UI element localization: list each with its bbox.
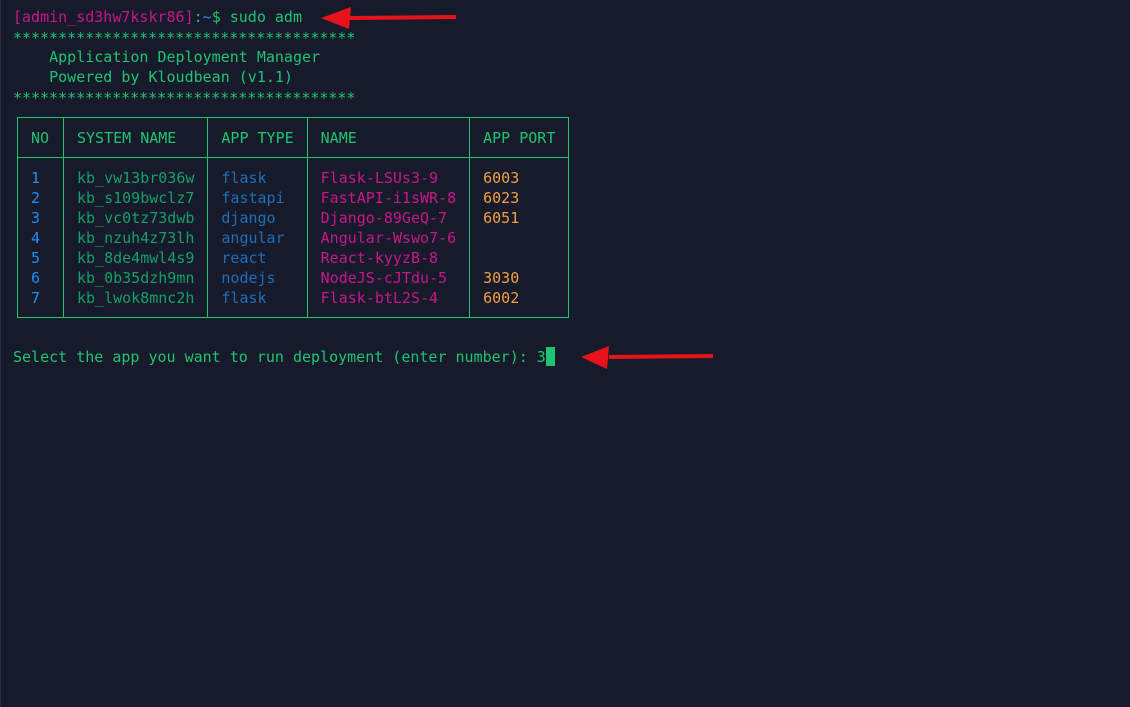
red-arrow-input-icon <box>581 346 714 369</box>
banner-stars-bottom: ************************************** <box>13 89 356 107</box>
banner-title: Application Deployment Manager <box>13 48 321 66</box>
apps-table: NO SYSTEM NAME APP TYPE NAME APP PORT 1k… <box>17 117 570 318</box>
cell-app-port: 6002 <box>469 288 570 308</box>
cell-no: 5 <box>17 248 64 268</box>
table-header-row: NO SYSTEM NAME APP TYPE NAME APP PORT <box>17 117 570 158</box>
cell-app-type: react <box>207 248 308 268</box>
cell-name: NodeJS-cJTdu-5 <box>306 268 471 288</box>
input-prompt-text: Select the app you want to run deploymen… <box>13 348 537 366</box>
cell-no: 2 <box>17 188 64 208</box>
header-app-port: APP PORT <box>469 117 570 158</box>
header-system-name: SYSTEM NAME <box>62 117 209 158</box>
red-arrow-command-icon <box>321 7 457 29</box>
header-app-type: APP TYPE <box>207 117 308 158</box>
table-row: 7 kb_lwok8mnc2h flask Flask-btL2S-4 6002 <box>17 288 570 308</box>
cell-system-name: kb_8de4mwl4s9 <box>62 248 209 268</box>
cell-no: 7 <box>17 288 64 308</box>
cell-app-type: flask <box>207 168 308 188</box>
cell-system-name: kb_vw13br036w <box>62 168 209 188</box>
cell-no: 1 <box>17 168 64 188</box>
cell-app-port <box>469 248 570 268</box>
cell-system-name: kb_lwok8mnc2h <box>62 288 209 308</box>
cell-no: 3 <box>17 208 64 228</box>
cell-app-port: 6051 <box>469 208 570 228</box>
cell-name: Django-89GeQ-7 <box>306 208 471 228</box>
cell-app-type: flask <box>207 288 308 308</box>
prompt-separator: : <box>193 8 203 26</box>
header-name: NAME <box>306 117 471 158</box>
cell-name: FastAPI-i1sWR-8 <box>306 188 471 208</box>
table-row: 1 kb_vw13br036w flask Flask-LSUs3-9 6003 <box>17 168 570 188</box>
cell-app-port <box>469 228 570 248</box>
header-no: NO <box>17 117 64 158</box>
cell-no: 4 <box>17 228 64 248</box>
cell-name: Flask-btL2S-4 <box>306 288 471 308</box>
prompt-symbol: $ <box>211 8 221 26</box>
table-row: 5 kb_8de4mwl4s9 react React-kyyzB-8 <box>17 248 570 268</box>
cell-app-type: django <box>207 208 308 228</box>
cell-app-port: 3030 <box>469 268 570 288</box>
cell-system-name: kb_0b35dzh9mn <box>62 268 209 288</box>
terminal-cursor <box>545 347 555 366</box>
table-row: 4 kb_nzuh4z73lh angular Angular-Wswo7-6 <box>17 228 570 248</box>
table-row: 3 kb_vc0tz73dwb django Django-89GeQ-7 6051 <box>17 208 570 228</box>
cell-app-type: fastapi <box>207 188 308 208</box>
cell-app-type: angular <box>207 228 308 248</box>
cell-system-name: kb_nzuh4z73lh <box>62 228 209 248</box>
cell-app-port: 6003 <box>469 168 570 188</box>
banner-stars-top: ************************************** <box>13 29 356 47</box>
cell-name: React-kyyzB-8 <box>306 248 471 268</box>
table-row: 2 kb_s109bwclz7 fastapi FastAPI-i1sWR-8 6023 <box>17 188 570 208</box>
cell-system-name: kb_s109bwclz7 <box>62 188 209 208</box>
command-text: sudo adm <box>220 8 302 26</box>
cell-name: Angular-Wswo7-6 <box>306 228 471 248</box>
cell-app-type: nodejs <box>207 268 308 288</box>
command-line: [admin_sd3hw7kskr86]:~$ sudo adm <box>13 7 302 27</box>
prompt-path: ~ <box>202 8 212 26</box>
cell-name: Flask-LSUs3-9 <box>306 168 471 188</box>
cell-system-name: kb_vc0tz73dwb <box>62 208 209 228</box>
prompt-user: [admin_sd3hw7kskr86] <box>13 8 194 26</box>
banner-subtitle: Powered by Kloudbean (v1.1) <box>13 68 293 86</box>
cell-no: 6 <box>17 268 64 288</box>
input-prompt: Select the app you want to run deploymen… <box>13 347 555 367</box>
cell-app-port: 6023 <box>469 188 570 208</box>
input-value[interactable]: 3 <box>537 348 546 366</box>
table-row: 6 kb_0b35dzh9mn nodejs NodeJS-cJTdu-5 3030 <box>17 268 570 288</box>
